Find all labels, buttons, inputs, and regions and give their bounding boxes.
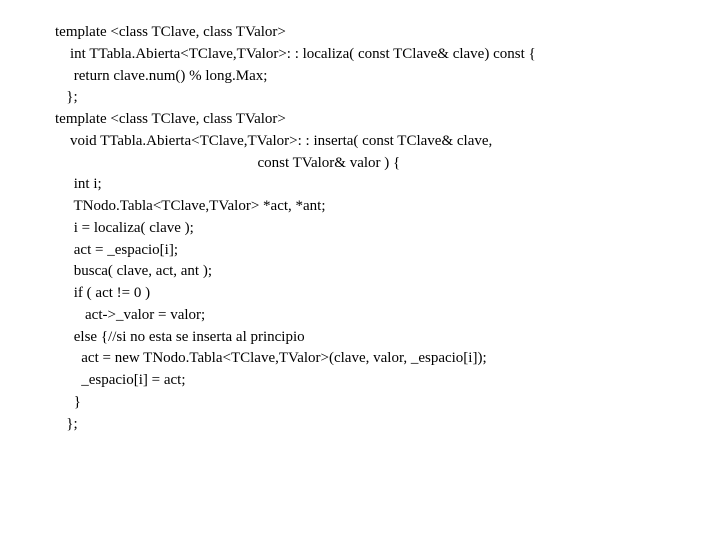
code-line: template <class TClave, class TValor>	[55, 109, 720, 131]
code-line: const TValor& valor ) {	[55, 153, 720, 175]
code-line: };	[55, 414, 720, 436]
code-line: if ( act != 0 )	[55, 283, 720, 305]
code-line: busca( clave, act, ant );	[55, 261, 720, 283]
code-line: int i;	[55, 174, 720, 196]
code-line: _espacio[i] = act;	[55, 370, 720, 392]
code-line: act = _espacio[i];	[55, 240, 720, 262]
code-line: act = new TNodo.Tabla<TClave,TValor>(cla…	[55, 348, 720, 370]
code-block: template <class TClave, class TValor> in…	[0, 0, 720, 435]
code-line: else {//si no esta se inserta al princip…	[55, 327, 720, 349]
code-line: return clave.num() % long.Max;	[55, 66, 720, 88]
code-line: int TTabla.Abierta<TClave,TValor>: : loc…	[55, 44, 720, 66]
code-line: TNodo.Tabla<TClave,TValor> *act, *ant;	[55, 196, 720, 218]
code-line: act->_valor = valor;	[55, 305, 720, 327]
code-line: i = localiza( clave );	[55, 218, 720, 240]
code-line: };	[55, 87, 720, 109]
code-line: void TTabla.Abierta<TClave,TValor>: : in…	[55, 131, 720, 153]
code-line: }	[55, 392, 720, 414]
code-line: template <class TClave, class TValor>	[55, 22, 720, 44]
